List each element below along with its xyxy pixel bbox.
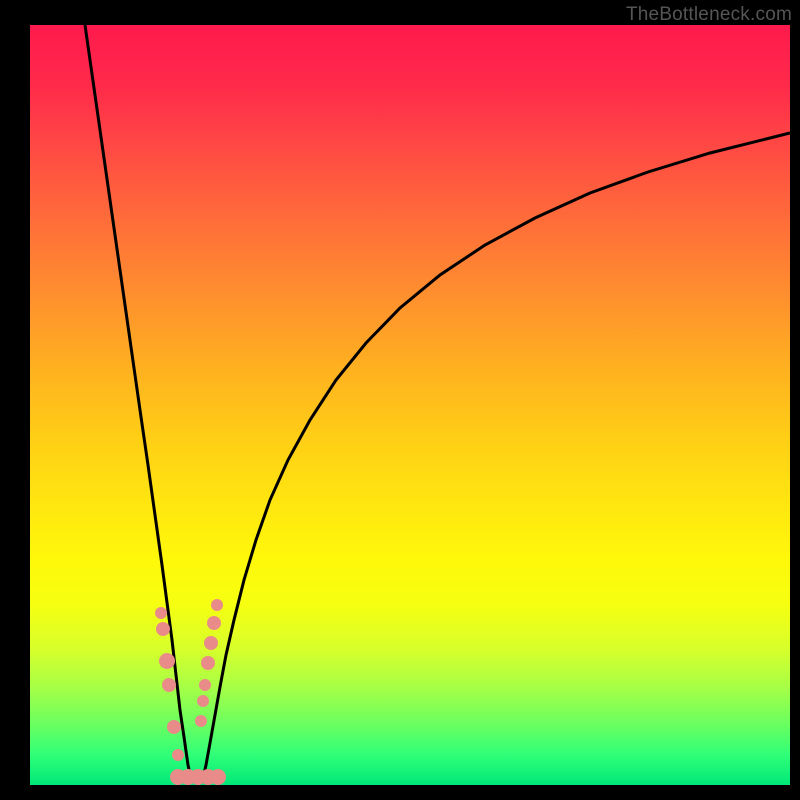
data-marker [155, 607, 167, 619]
data-marker [156, 622, 170, 636]
data-marker [204, 636, 218, 650]
data-marker [211, 599, 223, 611]
data-marker [201, 656, 215, 670]
chart-area [30, 25, 790, 785]
data-marker [159, 653, 175, 669]
watermark-text: TheBottleneck.com [626, 4, 792, 26]
data-marker [207, 616, 221, 630]
left-curve [85, 25, 192, 783]
data-marker [199, 679, 211, 691]
data-marker [210, 769, 226, 785]
right-curve [202, 133, 790, 783]
data-marker [172, 749, 184, 761]
data-marker [197, 695, 209, 707]
curve-svg [30, 25, 790, 785]
data-marker [195, 715, 207, 727]
data-marker [167, 720, 181, 734]
marker-group [155, 599, 226, 785]
data-marker [162, 678, 176, 692]
